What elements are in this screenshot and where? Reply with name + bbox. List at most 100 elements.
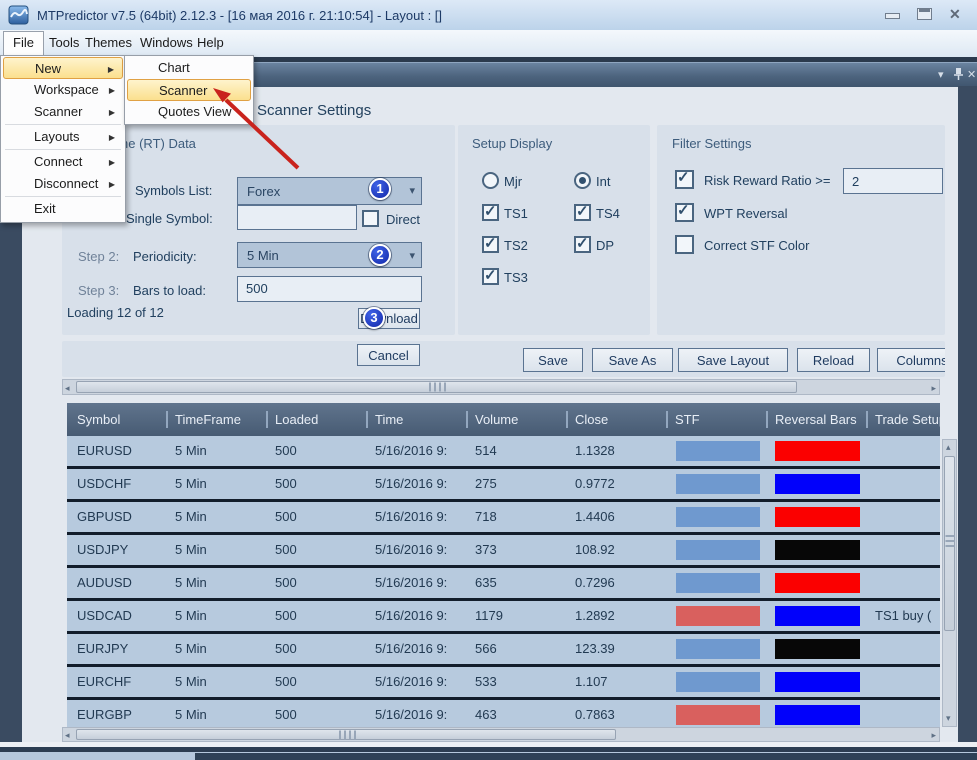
file-menu: New▶Workspace▶Scanner▶ Layouts▶ Connect▶Di… [0,55,126,223]
checkbox-ts1[interactable] [482,204,499,221]
pin-icon[interactable] [953,67,964,85]
cell-close: 1.107 [565,667,665,697]
symbols-list-dropdown[interactable]: Forex ▾ [237,177,422,205]
maximize-button[interactable] [917,8,932,20]
column-header-trade-setup[interactable]: Trade Setup [865,403,940,436]
radio-int[interactable] [574,172,591,189]
column-header-symbol[interactable]: Symbol [67,403,165,436]
submenu-arrow-icon: ▶ [109,102,115,124]
submenu-arrow-icon: ▶ [109,152,115,174]
periodicity-dropdown[interactable]: 5 Min ▾ [237,242,422,268]
cell-timeframe: 5 Min [165,601,265,631]
cell-close: 0.7296 [565,568,665,598]
table-row-usdchf[interactable]: USDCHF5 Min5005/16/2016 9:2750.9772 [67,469,940,502]
table-row-audusd[interactable]: AUDUSD5 Min5005/16/2016 9:6350.7296 [67,568,940,601]
checkbox-risk-reward-ratio[interactable] [675,170,694,189]
cell-time: 5/16/2016 9: [365,601,465,631]
cell-timeframe: 5 Min [165,568,265,598]
collapse-icon[interactable]: ▾ [938,68,944,82]
column-header-loaded[interactable]: Loaded [265,403,365,436]
file-menu-item-layouts[interactable]: Layouts▶ [3,126,123,148]
file-menu-item-new[interactable]: New▶ [3,57,123,79]
cell-trade-setup: TS1 buy ( [865,601,940,631]
cell-symbol: EURCHF [67,667,165,697]
filter-value-input[interactable]: 2 [843,168,943,194]
file-menu-item-connect[interactable]: Connect▶ [3,151,123,173]
bars-to-load-input[interactable]: 500 [237,276,422,302]
column-header-reversal-bars[interactable]: Reversal Bars [765,403,865,436]
hscroll-thumb[interactable] [76,381,797,393]
cell-volume: 1179 [465,601,565,631]
step3-label: Step 3: [78,283,119,298]
cell-timeframe: 5 Min [165,469,265,499]
checkbox-correct-stf-color[interactable] [675,235,694,254]
vscroll-thumb[interactable] [944,456,955,631]
menu-help[interactable]: Help [188,32,233,54]
checkbox-dp[interactable] [574,236,591,253]
checkbox-ts3[interactable] [482,268,499,285]
chevron-down-icon: ▾ [409,243,415,269]
scroll-left-icon[interactable]: ◂ [65,382,70,395]
close-panel-icon[interactable]: ✕ [967,68,976,82]
submenu-item-chart[interactable]: Chart [127,57,251,79]
column-header-stf[interactable]: STF [665,403,765,436]
table-row-usdcad[interactable]: USDCAD5 Min5005/16/2016 9:11791.2892TS1 … [67,601,940,634]
checkbox-wpt-reversal[interactable] [675,203,694,222]
cell-loaded: 500 [265,568,365,598]
app-window: MTPredictor v7.5 (64bit) 2.12.3 - [16 ма… [0,0,977,760]
table-row-gbpusd[interactable]: GBPUSD5 Min5005/16/2016 9:7181.4406 [67,502,940,535]
table-row-eurusd[interactable]: EURUSD5 Min5005/16/2016 9:5141.1328 [67,436,940,469]
table-hscrollbar[interactable]: ◂ ▸ [62,727,940,742]
checkbox-ts2[interactable] [482,236,499,253]
reload-button[interactable]: Reload [797,348,870,372]
close-button[interactable]: ✕ [949,6,961,23]
columns-button[interactable]: Columns [877,348,945,372]
scroll-left-icon[interactable]: ◂ [65,729,70,742]
column-header-volume[interactable]: Volume [465,403,565,436]
column-header-close[interactable]: Close [565,403,665,436]
filter-settings-caption: Filter Settings [672,136,751,151]
stf-bar [676,639,760,659]
direct-checkbox[interactable] [362,210,379,227]
scroll-right-icon[interactable]: ▸ [931,729,936,742]
single-symbol-input[interactable] [237,205,357,230]
loading-status: Loading 12 of 12 [67,305,164,320]
table-row-eurjpy[interactable]: EURJPY5 Min5005/16/2016 9:566123.39 [67,634,940,667]
periodicity-label: Periodicity: [133,249,197,264]
file-menu-item-exit[interactable]: Exit [3,198,123,220]
setup-display-caption: Setup Display [472,136,552,151]
file-menu-item-scanner[interactable]: Scanner▶ [3,101,123,123]
radio-mjr[interactable] [482,172,499,189]
cell-symbol: USDCAD [67,601,165,631]
cell-time: 5/16/2016 9: [365,667,465,697]
checkbox-ts4[interactable] [574,204,591,221]
save-button[interactable]: Save [523,348,583,372]
table-row-eurgbp[interactable]: EURGBP5 Min5005/16/2016 9:4630.7863 [67,700,940,727]
settings-hscrollbar[interactable]: ◂ ▸ [62,379,940,395]
scroll-up-icon[interactable]: ▴ [946,441,951,454]
table-row-usdjpy[interactable]: USDJPY5 Min5005/16/2016 9:373108.92 [67,535,940,568]
title-bar: MTPredictor v7.5 (64bit) 2.12.3 - [16 ма… [0,0,977,31]
column-header-timeframe[interactable]: TimeFrame [165,403,265,436]
cancel-button[interactable]: Cancel [357,344,420,366]
submenu-item-scanner[interactable]: Scanner [127,79,251,101]
menu-item-label: Quotes View [158,101,231,123]
cell-symbol: USDCHF [67,469,165,499]
menu-file[interactable]: File [3,31,44,57]
hscroll-thumb[interactable] [76,729,616,740]
file-menu-item-workspace[interactable]: Workspace▶ [3,79,123,101]
bars-to-load-value: 500 [246,281,268,296]
file-menu-item-disconnect[interactable]: Disconnect▶ [3,173,123,195]
save-layout-button[interactable]: Save Layout [678,348,788,372]
scroll-down-icon[interactable]: ▾ [946,712,951,725]
save-as-button[interactable]: Save As [592,348,673,372]
dock-strip-right [958,86,977,747]
minimize-button[interactable] [885,13,900,19]
ts1-label: TS1 [504,206,528,221]
new-submenu: ChartScannerQuotes View [124,55,254,125]
table-vscrollbar[interactable]: ▴ ▾ [942,439,957,727]
column-header-time[interactable]: Time [365,403,465,436]
scroll-right-icon[interactable]: ▸ [931,382,936,395]
submenu-item-quotes-view[interactable]: Quotes View [127,101,251,123]
table-row-eurchf[interactable]: EURCHF5 Min5005/16/2016 9:5331.107 [67,667,940,700]
